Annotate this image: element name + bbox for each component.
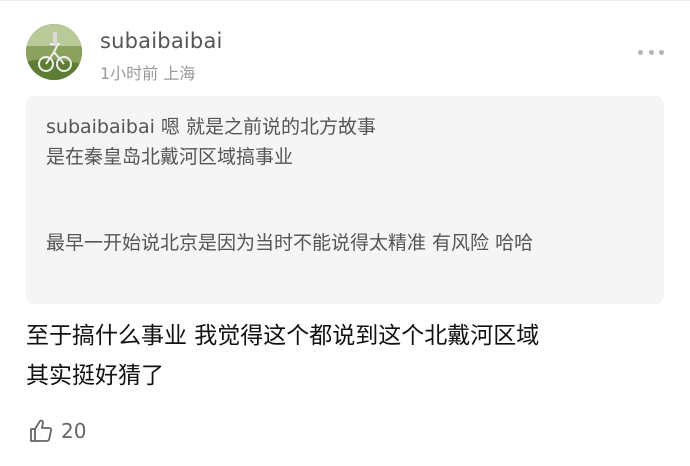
- comment-line: 其实挺好猜了: [26, 363, 164, 389]
- like-count: 20: [61, 419, 87, 443]
- top-divider: [0, 0, 690, 1]
- quote-line: subaibaibai 嗯 就是之前说的北方故事: [46, 116, 376, 138]
- more-dots-icon: [648, 49, 654, 55]
- quoted-reply[interactable]: subaibaibai 嗯 就是之前说的北方故事 是在秦皇岛北戴河区域搞事业 最…: [26, 96, 664, 304]
- more-dots-icon: [638, 49, 643, 55]
- comment-line: 至于搞什么事业 我觉得这个都说到这个北戴河区域: [26, 323, 540, 349]
- like-button[interactable]: 20: [28, 416, 86, 446]
- comment-meta: 1小时前 上海: [100, 64, 196, 83]
- comment-body: 至于搞什么事业 我觉得这个都说到这个北戴河区域 其实挺好猜了: [26, 316, 666, 396]
- more-options-button[interactable]: [638, 42, 664, 62]
- quote-line: 最早一开始说北京是因为当时不能说得太精准 有风险 哈哈: [46, 232, 534, 254]
- quote-line: 是在秦皇岛北戴河区域搞事业: [46, 146, 294, 168]
- thumbs-up-icon: [30, 419, 52, 442]
- quote-spacer: [46, 172, 644, 228]
- more-dots-icon: [659, 49, 664, 55]
- username[interactable]: subaibaibai: [100, 29, 223, 53]
- avatar[interactable]: [26, 24, 82, 80]
- avatar-image: [26, 24, 82, 80]
